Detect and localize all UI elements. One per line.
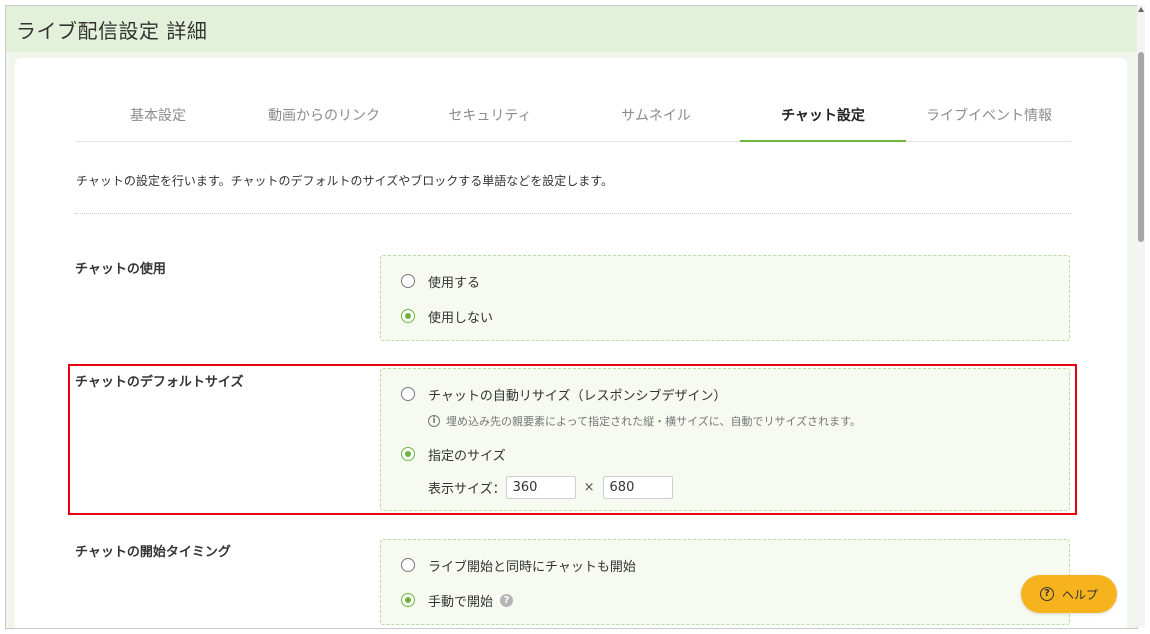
help-label: ヘルプ [1061,587,1098,602]
radio-option-start-with-live[interactable]: ライブ開始と同時にチャットも開始 [401,556,636,575]
scroll-up-arrow-icon[interactable] [1138,7,1144,12]
section-label-start-timing: チャットの開始タイミング [75,545,231,560]
page-title: ライブ配信設定 詳細 [16,19,208,43]
radio-option-not-use[interactable]: 使用しない [401,307,494,326]
help-circle-icon: ? [1039,587,1054,601]
radio-option-use[interactable]: 使用する [401,272,481,291]
tab-basic[interactable]: 基本設定 [75,97,241,141]
tab-security[interactable]: セキュリティ [407,97,573,141]
question-icon[interactable]: ? [500,593,514,607]
radio-button-checked[interactable] [401,309,415,323]
intro-text: チャットの設定を行います。チャットのデフォルトのサイズやブロックする単語などを設… [76,174,614,188]
scrollbar-thumb[interactable] [1138,52,1144,242]
radio-label: 使用しない [428,310,494,326]
tab-thumbnail[interactable]: サムネイル [573,97,739,141]
radio-label: 手動で開始 [428,594,494,610]
radio-button[interactable] [401,274,415,288]
page-header: ライブ配信設定 詳細 [6,6,1137,52]
radio-button[interactable] [401,558,415,572]
section-label-chat-use: チャットの使用 [75,262,166,277]
tab-bar: 基本設定 動画からのリンク セキュリティ サムネイル チャット設定 ライブイベン… [75,97,1071,142]
tab-video-link[interactable]: 動画からのリンク [241,97,407,141]
divider [75,213,1071,214]
radio-button-checked[interactable] [401,593,415,607]
highlight-box [68,364,1077,515]
radio-option-manual-start[interactable]: 手動で開始 ? [401,591,514,610]
help-button[interactable]: ? ヘルプ [1021,575,1117,613]
chat-use-options: 使用する 使用しない [380,255,1070,341]
start-timing-options: ライブ開始と同時にチャットも開始 手動で開始 ? [380,539,1070,625]
tab-chat-settings[interactable]: チャット設定 [740,97,906,142]
radio-label: ライブ開始と同時にチャットも開始 [428,559,636,575]
tab-live-event-info[interactable]: ライブイベント情報 [906,97,1072,141]
radio-label: 使用する [428,275,481,291]
